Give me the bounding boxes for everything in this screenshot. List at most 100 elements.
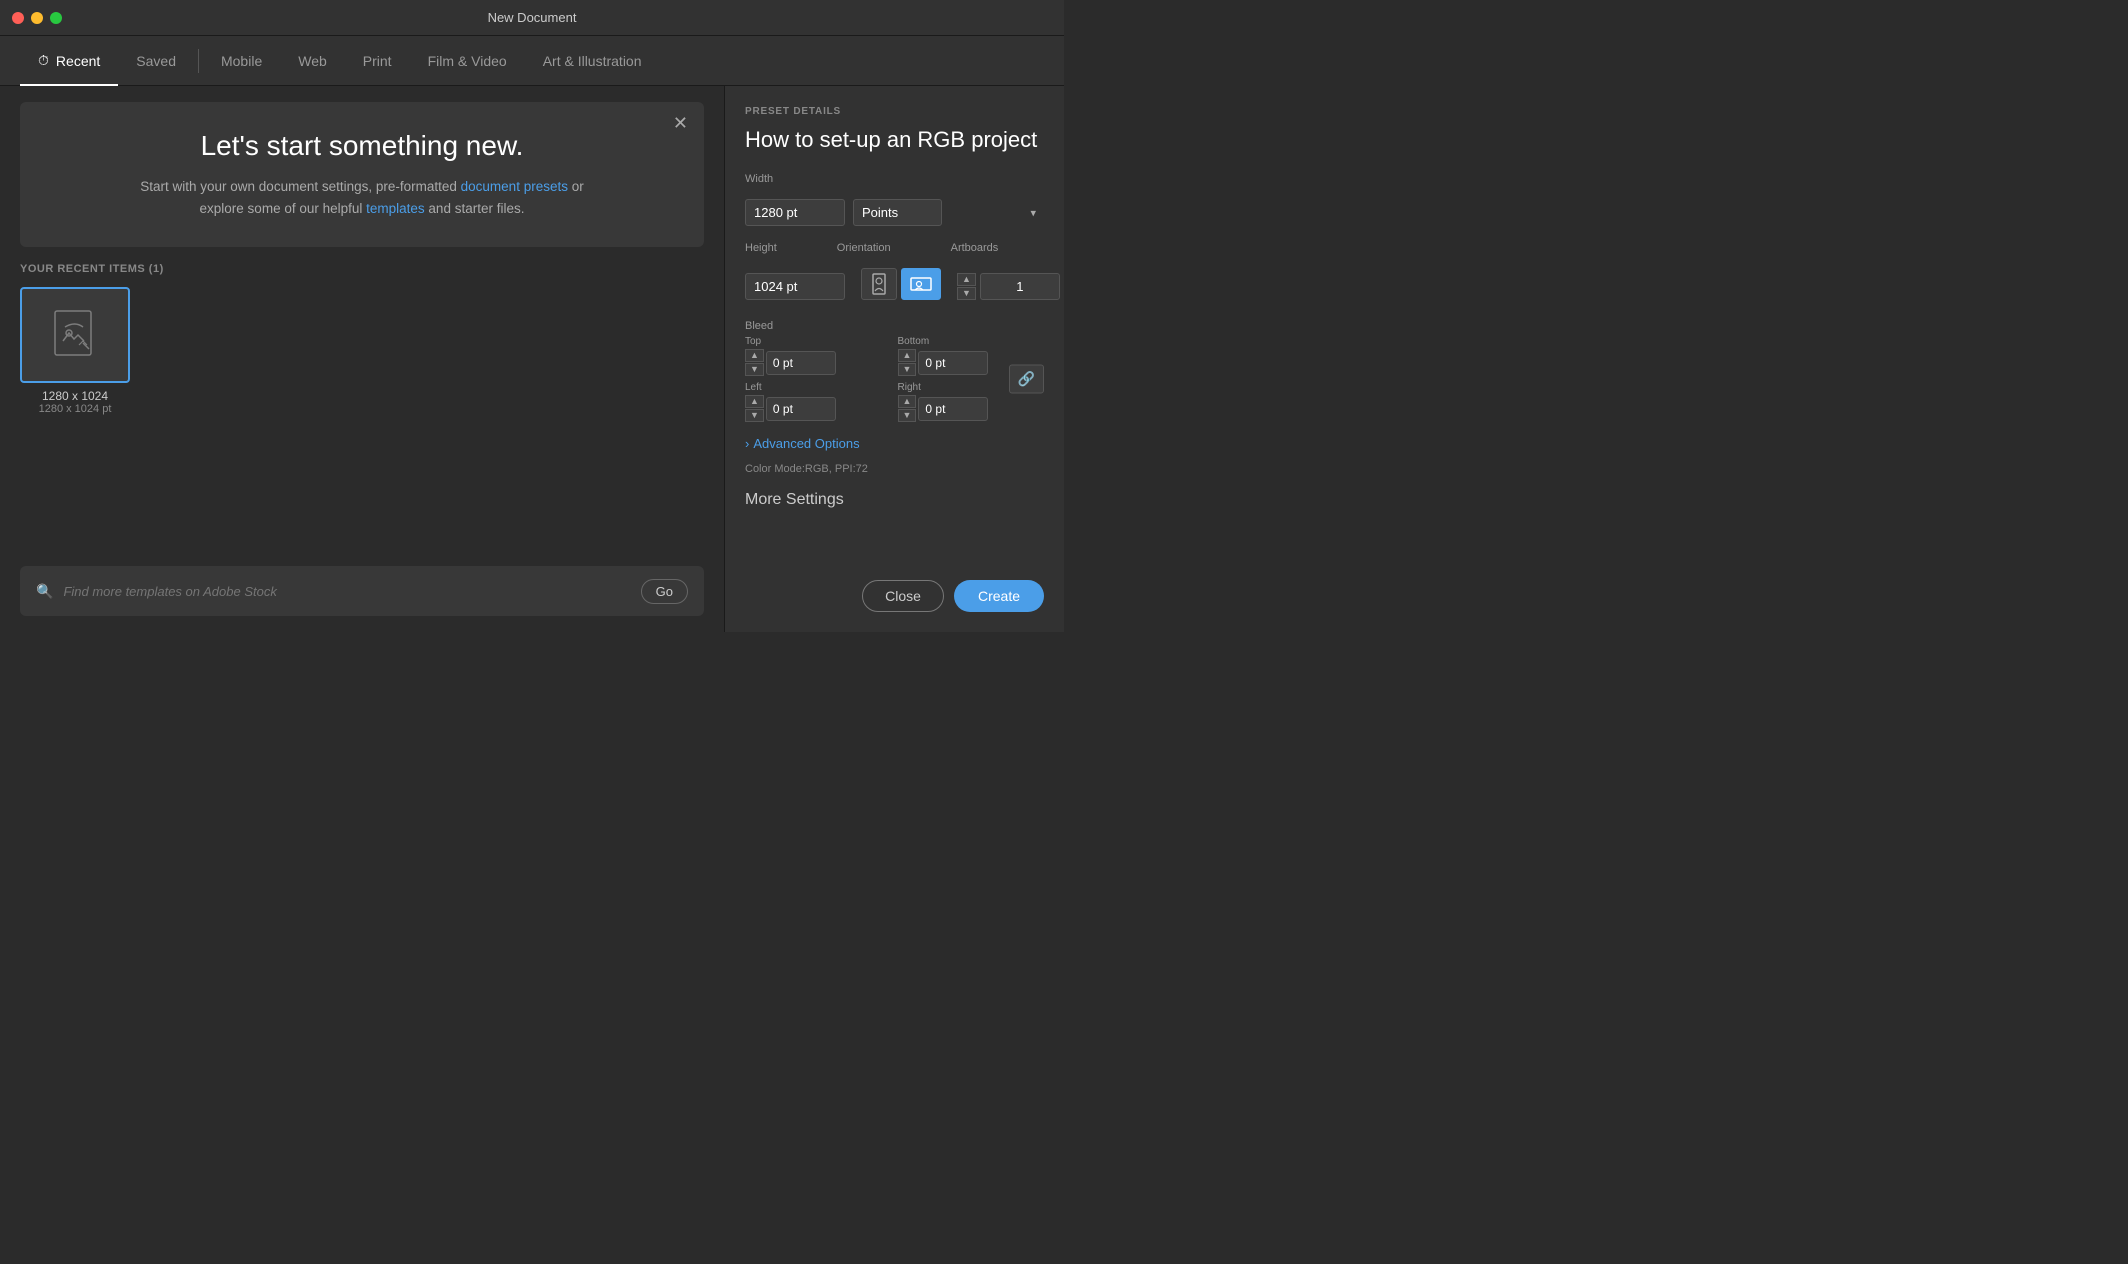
recent-count: (1) <box>149 263 164 275</box>
tab-film-label: Film & Video <box>428 53 507 69</box>
search-input[interactable] <box>63 584 630 599</box>
templates-link[interactable]: templates <box>366 201 425 216</box>
chevron-right-icon: › <box>745 436 749 451</box>
tab-web-label: Web <box>298 53 327 69</box>
document-icon <box>45 305 105 365</box>
document-presets-link[interactable]: document presets <box>461 179 568 194</box>
bleed-right-stepper: ▲ ▼ <box>898 395 917 422</box>
bleed-left-label: Left <box>745 382 892 393</box>
recent-grid: 1280 x 1024 1280 x 1024 pt <box>20 287 704 415</box>
bleed-label: Bleed <box>745 320 1044 332</box>
tab-recent-label: Recent <box>56 53 100 69</box>
height-orientation-artboards-row: ▲ ▼ <box>745 268 1044 300</box>
bleed-bottom-up[interactable]: ▲ <box>898 349 917 362</box>
bleed-top-label: Top <box>745 336 892 347</box>
bleed-top-up[interactable]: ▲ <box>745 349 764 362</box>
artboards-input[interactable] <box>980 273 1060 300</box>
width-input[interactable] <box>745 199 845 226</box>
artboards-up-arrow[interactable]: ▲ <box>957 273 976 286</box>
recent-thumb <box>20 287 130 383</box>
bleed-left-up[interactable]: ▲ <box>745 395 764 408</box>
tab-saved[interactable]: Saved <box>118 36 194 86</box>
bleed-bottom-down[interactable]: ▼ <box>898 363 917 376</box>
hero-subtitle-after: and starter files. <box>425 201 525 216</box>
main-layout: ✕ Let's start something new. Start with … <box>0 86 1064 632</box>
preset-title: How to set-up an RGB project <box>745 127 1044 153</box>
bleed-bottom-label: Bottom <box>898 336 1045 347</box>
bleed-top-down[interactable]: ▼ <box>745 363 764 376</box>
tab-mobile-label: Mobile <box>221 53 262 69</box>
left-panel: ✕ Let's start something new. Start with … <box>0 86 724 632</box>
link-bleed-button[interactable]: 🔗 <box>1009 365 1044 394</box>
tab-mobile[interactable]: Mobile <box>203 36 280 86</box>
hero-subtitle-before: Start with your own document settings, p… <box>140 179 460 194</box>
search-bar: 🔍 Go <box>20 566 704 616</box>
hero-title: Let's start something new. <box>60 130 664 162</box>
unit-select-wrapper: Points Pixels Inches Millimeters Centime… <box>853 199 1044 226</box>
bleed-top-input-row: ▲ ▼ <box>745 349 892 376</box>
tab-web[interactable]: Web <box>280 36 345 86</box>
bleed-left-input[interactable] <box>766 397 836 421</box>
bleed-top-stepper: ▲ ▼ <box>745 349 764 376</box>
bleed-right-input-row: ▲ ▼ <box>898 395 1045 422</box>
create-button[interactable]: Create <box>954 580 1044 612</box>
bleed-grid: Top ▲ ▼ Bottom ▲ ▼ <box>745 336 1044 422</box>
link-icon: 🔗 <box>1018 371 1035 388</box>
close-button[interactable]: Close <box>862 580 944 612</box>
window-title: New Document <box>488 10 577 25</box>
bleed-right-input[interactable] <box>918 397 988 421</box>
hero-subtitle: Start with your own document settings, p… <box>60 176 664 219</box>
traffic-lights <box>12 12 62 24</box>
tab-divider <box>198 49 199 73</box>
orientation-label: Orientation <box>837 242 891 254</box>
bleed-right-down[interactable]: ▼ <box>898 409 917 422</box>
fullscreen-traffic-light[interactable] <box>50 12 62 24</box>
tab-recent[interactable]: ⏱ Recent <box>20 36 118 86</box>
unit-select[interactable]: Points Pixels Inches Millimeters Centime… <box>853 199 942 226</box>
tab-print-label: Print <box>363 53 392 69</box>
bleed-bottom-input[interactable] <box>918 351 988 375</box>
close-traffic-light[interactable] <box>12 12 24 24</box>
minimize-traffic-light[interactable] <box>31 12 43 24</box>
tab-film[interactable]: Film & Video <box>410 36 525 86</box>
search-icon: 🔍 <box>36 583 53 600</box>
height-field <box>745 273 845 300</box>
recent-header-label: YOUR RECENT ITEMS <box>20 263 145 275</box>
tab-print[interactable]: Print <box>345 36 410 86</box>
recent-item-name: 1280 x 1024 <box>20 389 130 403</box>
tab-art[interactable]: Art & Illustration <box>525 36 660 86</box>
title-bar: New Document <box>0 0 1064 36</box>
more-settings[interactable]: More Settings <box>745 491 1044 509</box>
artboards-label: Artboards <box>951 242 999 254</box>
width-row: Points Pixels Inches Millimeters Centime… <box>745 199 1044 226</box>
bleed-section: Bleed Top ▲ ▼ Bottom <box>745 314 1044 422</box>
advanced-options-label: Advanced Options <box>753 436 859 451</box>
height-input[interactable] <box>745 273 845 300</box>
list-item[interactable]: 1280 x 1024 1280 x 1024 pt <box>20 287 130 415</box>
width-label: Width <box>745 173 1044 185</box>
tab-bar: ⏱ Recent Saved Mobile Web Print Film & V… <box>0 36 1064 86</box>
portrait-icon <box>870 273 888 295</box>
portrait-button[interactable] <box>861 268 897 300</box>
height-label: Height <box>745 242 777 254</box>
recent-item-size: 1280 x 1024 pt <box>20 403 130 415</box>
bleed-top-input[interactable] <box>766 351 836 375</box>
artboards-down-arrow[interactable]: ▼ <box>957 287 976 300</box>
bleed-right-up[interactable]: ▲ <box>898 395 917 408</box>
bottom-buttons: Close Create <box>745 570 1044 612</box>
preset-details-label: PRESET DETAILS <box>745 106 1044 117</box>
bleed-top-field: Top ▲ ▼ <box>745 336 892 376</box>
bleed-left-down[interactable]: ▼ <box>745 409 764 422</box>
advanced-options-toggle[interactable]: › Advanced Options <box>745 436 1044 451</box>
landscape-button[interactable] <box>901 268 941 300</box>
artboards-field: ▲ ▼ <box>957 273 1060 300</box>
orientation-group <box>861 268 941 300</box>
tab-saved-label: Saved <box>136 53 176 69</box>
recent-section: YOUR RECENT ITEMS (1) <box>20 263 704 550</box>
bleed-left-field: Left ▲ ▼ <box>745 382 892 422</box>
color-mode-text: Color Mode:RGB, PPI:72 <box>745 463 1044 475</box>
search-go-button[interactable]: Go <box>641 579 688 604</box>
artboards-stepper: ▲ ▼ <box>957 273 976 300</box>
hero-close-button[interactable]: ✕ <box>673 114 688 132</box>
hero-banner: ✕ Let's start something new. Start with … <box>20 102 704 247</box>
